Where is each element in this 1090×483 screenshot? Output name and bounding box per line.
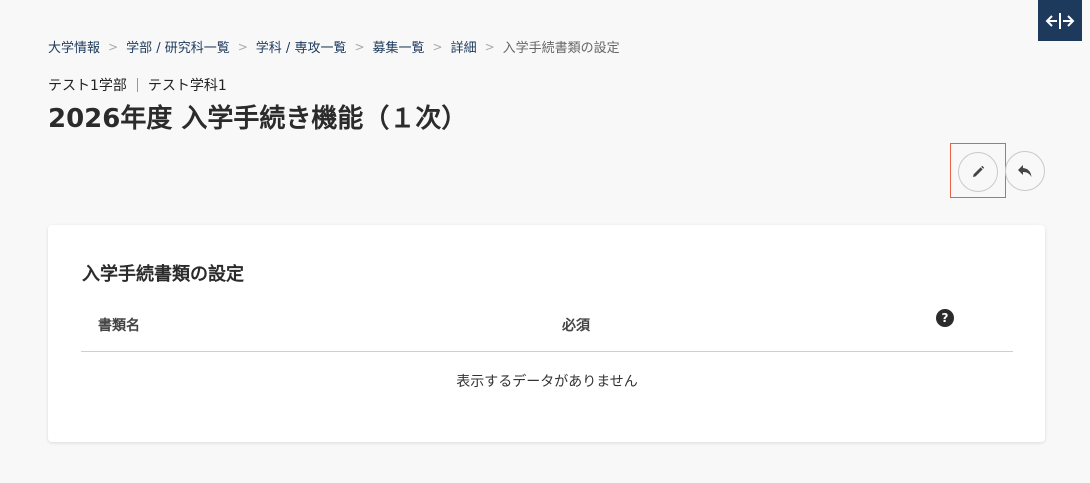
document-settings-card: 入学手続書類の設定 書類名 必須 ? 表示するデータがありません [48, 225, 1045, 442]
breadcrumb-separator: > [237, 39, 248, 54]
empty-table-message: 表示するデータがありません [456, 374, 638, 390]
help-icon[interactable]: ? [936, 309, 954, 327]
faculty-name: テスト1学部 [48, 78, 127, 94]
expand-horizontal-icon [1045, 12, 1075, 29]
column-header-document-name: 書類名 [98, 318, 140, 334]
card-title: 入学手続書類の設定 [82, 264, 244, 285]
page-subtitle: テスト1学部 テスト学科1 [48, 75, 227, 95]
department-name: テスト学科1 [147, 78, 227, 94]
subtitle-divider [136, 78, 138, 92]
reply-arrow-icon [1018, 165, 1032, 177]
back-button[interactable] [1005, 151, 1045, 191]
breadcrumb-detail[interactable]: 詳細 [451, 37, 477, 56]
breadcrumb-department-list[interactable]: 学科 / 専攻一覧 [256, 37, 347, 56]
breadcrumb-current: 入学手続書類の設定 [502, 41, 620, 56]
breadcrumb-separator: > [354, 39, 365, 54]
breadcrumb-separator: > [484, 39, 495, 54]
column-header-required: 必須 [562, 318, 590, 334]
breadcrumb-separator: > [432, 39, 443, 54]
table-header: 書類名 必須 ? [81, 308, 1013, 352]
edit-button[interactable] [958, 152, 998, 192]
breadcrumb: 大学情報 > 学部 / 研究科一覧 > 学科 / 専攻一覧 > 募集一覧 > 詳… [48, 37, 620, 57]
pencil-icon [973, 165, 985, 177]
expand-panel-button[interactable] [1038, 0, 1082, 41]
breadcrumb-separator: > [108, 39, 119, 54]
breadcrumb-faculty-list[interactable]: 学部 / 研究科一覧 [126, 37, 230, 56]
breadcrumb-recruitment-list[interactable]: 募集一覧 [373, 37, 425, 56]
page-title: 2026年度 入学手続き機能（１次） [48, 104, 468, 134]
breadcrumb-university-info[interactable]: 大学情報 [48, 37, 100, 56]
